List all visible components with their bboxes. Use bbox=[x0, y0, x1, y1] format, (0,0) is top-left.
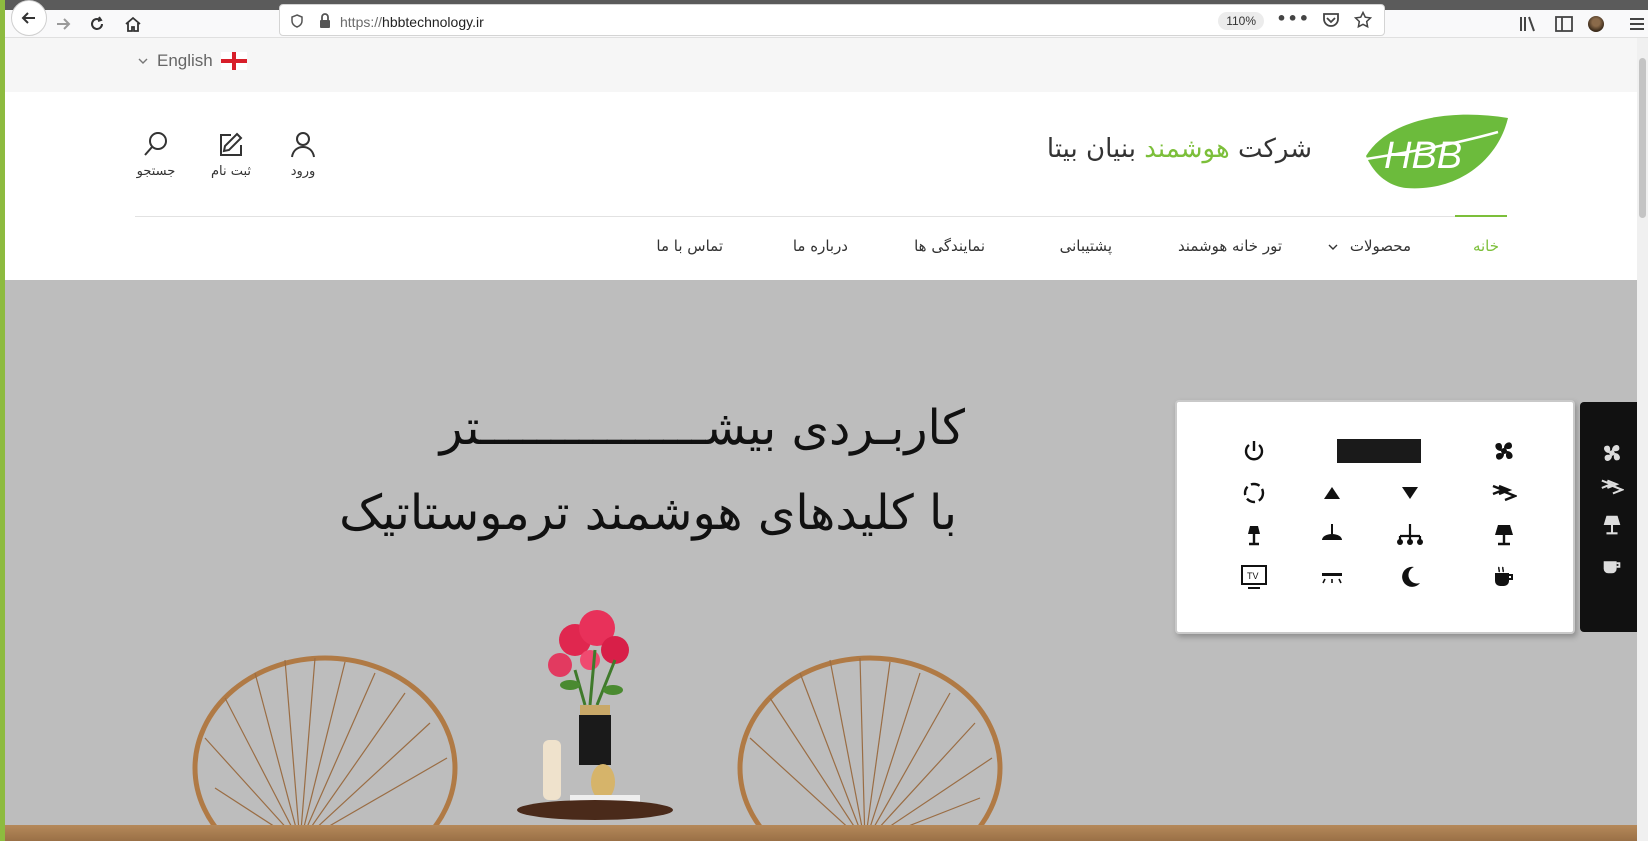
table-with-flowers-illustration bbox=[517, 610, 673, 820]
search-button[interactable]: جستجو bbox=[126, 130, 186, 179]
arrow-left-icon bbox=[21, 12, 35, 24]
edit-icon bbox=[220, 132, 243, 156]
search-icon bbox=[144, 132, 167, 156]
url-bar[interactable]: https://hbbtechnology.ir 110% ••• bbox=[279, 4, 1385, 36]
register-button[interactable]: ثبت نام bbox=[201, 130, 261, 179]
nav-item-support[interactable]: پشتیبانی bbox=[1060, 237, 1112, 255]
england-flag-icon bbox=[220, 52, 247, 70]
account-avatar[interactable] bbox=[1588, 16, 1604, 32]
hero-headline: کاربـردی بیشــــــــــــــــتر bbox=[439, 400, 965, 456]
chair-illustration bbox=[737, 655, 1003, 841]
forward-button[interactable] bbox=[49, 10, 77, 38]
company-name: شرکت هوشمند بنیان بیتا bbox=[1047, 134, 1312, 164]
hamburger-menu-icon[interactable] bbox=[1627, 14, 1647, 34]
page-actions-more-icon[interactable]: ••• bbox=[1276, 9, 1310, 28]
cycle-icon bbox=[1239, 478, 1269, 508]
chandelier-icon bbox=[1395, 520, 1425, 550]
chevron-down-icon bbox=[1328, 244, 1338, 250]
coffee-icon bbox=[1489, 562, 1519, 592]
tv-key-label: TV bbox=[1247, 571, 1259, 581]
thermostat-device: TV bbox=[1175, 400, 1575, 634]
logo-text: HBB bbox=[1384, 135, 1462, 177]
arrow-right-icon bbox=[57, 18, 71, 30]
nav-item-products[interactable]: محصولات bbox=[1327, 237, 1411, 255]
library-icon[interactable] bbox=[1518, 14, 1538, 34]
thermostat-side-panel bbox=[1580, 402, 1637, 632]
url-protocol: https:// bbox=[340, 14, 383, 30]
back-button[interactable] bbox=[11, 0, 47, 36]
brand-accent: هوشمند bbox=[1144, 134, 1230, 164]
chair-illustration bbox=[192, 655, 458, 841]
bookmark-star-icon[interactable] bbox=[1354, 11, 1372, 29]
lock-icon[interactable] bbox=[318, 13, 332, 29]
zoom-level-badge[interactable]: 110% bbox=[1218, 12, 1264, 30]
wall-lamp-icon bbox=[1239, 520, 1269, 550]
user-icon bbox=[291, 132, 315, 158]
language-label: English bbox=[157, 51, 213, 70]
browser-toolbar: https://hbbtechnology.ir 110% ••• bbox=[5, 0, 1648, 38]
nav-item-agencies[interactable]: نمایندگی ها bbox=[914, 237, 985, 255]
url-host: hbbtechnology.ir bbox=[382, 14, 484, 30]
ceiling-lamp-icon bbox=[1317, 520, 1347, 550]
nav-item-about[interactable]: درباره ما bbox=[793, 237, 848, 255]
language-bar: English bbox=[5, 38, 1637, 92]
floor-strip bbox=[5, 825, 1637, 841]
brand-prefix: شرکت bbox=[1229, 134, 1312, 164]
url-text[interactable]: https://hbbtechnology.ir bbox=[340, 14, 484, 30]
home-button[interactable] bbox=[119, 10, 147, 38]
nav-item-home[interactable]: خانه bbox=[1473, 237, 1499, 255]
nav-products-label: محصولات bbox=[1349, 237, 1411, 255]
nav-item-contact[interactable]: تماس با ما bbox=[656, 237, 723, 255]
fan-icon bbox=[1599, 440, 1625, 466]
login-label: ورود bbox=[290, 164, 316, 179]
scrollbar-thumb[interactable] bbox=[1639, 58, 1646, 218]
reload-icon bbox=[91, 16, 103, 30]
site-header: HBB شرکت هوشمند بنیان بیتا ورود ثبت نام … bbox=[5, 92, 1637, 216]
coffee-icon bbox=[1599, 552, 1625, 578]
hero-subheadline: با کلیدهای هوشمند ترموستاتیک bbox=[339, 485, 957, 541]
page-scrollbar[interactable] bbox=[1637, 38, 1648, 841]
nav-active-indicator bbox=[1455, 215, 1507, 217]
shield-icon[interactable] bbox=[290, 14, 304, 28]
table-lamp-icon bbox=[1599, 512, 1625, 538]
home-icon bbox=[125, 16, 141, 32]
search-label: جستجو bbox=[136, 164, 176, 179]
register-label: ثبت نام bbox=[210, 164, 252, 179]
hero-banner[interactable]: کاربـردی بیشــــــــــــــــتر با کلیدها… bbox=[5, 280, 1637, 841]
chevron-down-icon bbox=[138, 58, 148, 64]
table-lamp-icon bbox=[1489, 520, 1519, 550]
ceiling-light-icon bbox=[1317, 562, 1347, 592]
arrow-down-icon bbox=[1395, 478, 1425, 508]
language-switcher[interactable]: English bbox=[137, 51, 247, 71]
thermostat-display bbox=[1337, 439, 1421, 463]
main-nav: خانه محصولات تور خانه هوشمند پشتیبانی نم… bbox=[135, 215, 1507, 280]
fan-speed-icon bbox=[1599, 474, 1625, 500]
pocket-icon[interactable] bbox=[1322, 11, 1340, 29]
power-icon bbox=[1239, 436, 1269, 466]
fan-icon bbox=[1489, 436, 1519, 466]
reload-button[interactable] bbox=[83, 10, 111, 38]
moon-icon bbox=[1395, 562, 1425, 592]
nav-item-smart-home-tour[interactable]: تور خانه هوشمند bbox=[1178, 237, 1282, 255]
fan-speed-icon bbox=[1489, 478, 1519, 508]
brand-suffix: بنیان بیتا bbox=[1046, 134, 1145, 164]
hbb-leaf-logo[interactable]: HBB bbox=[1358, 110, 1510, 194]
sidebar-toggle-icon[interactable] bbox=[1554, 14, 1574, 34]
arrow-up-icon bbox=[1317, 478, 1347, 508]
login-button[interactable]: ورود bbox=[273, 130, 333, 179]
tv-icon: TV bbox=[1239, 562, 1269, 592]
